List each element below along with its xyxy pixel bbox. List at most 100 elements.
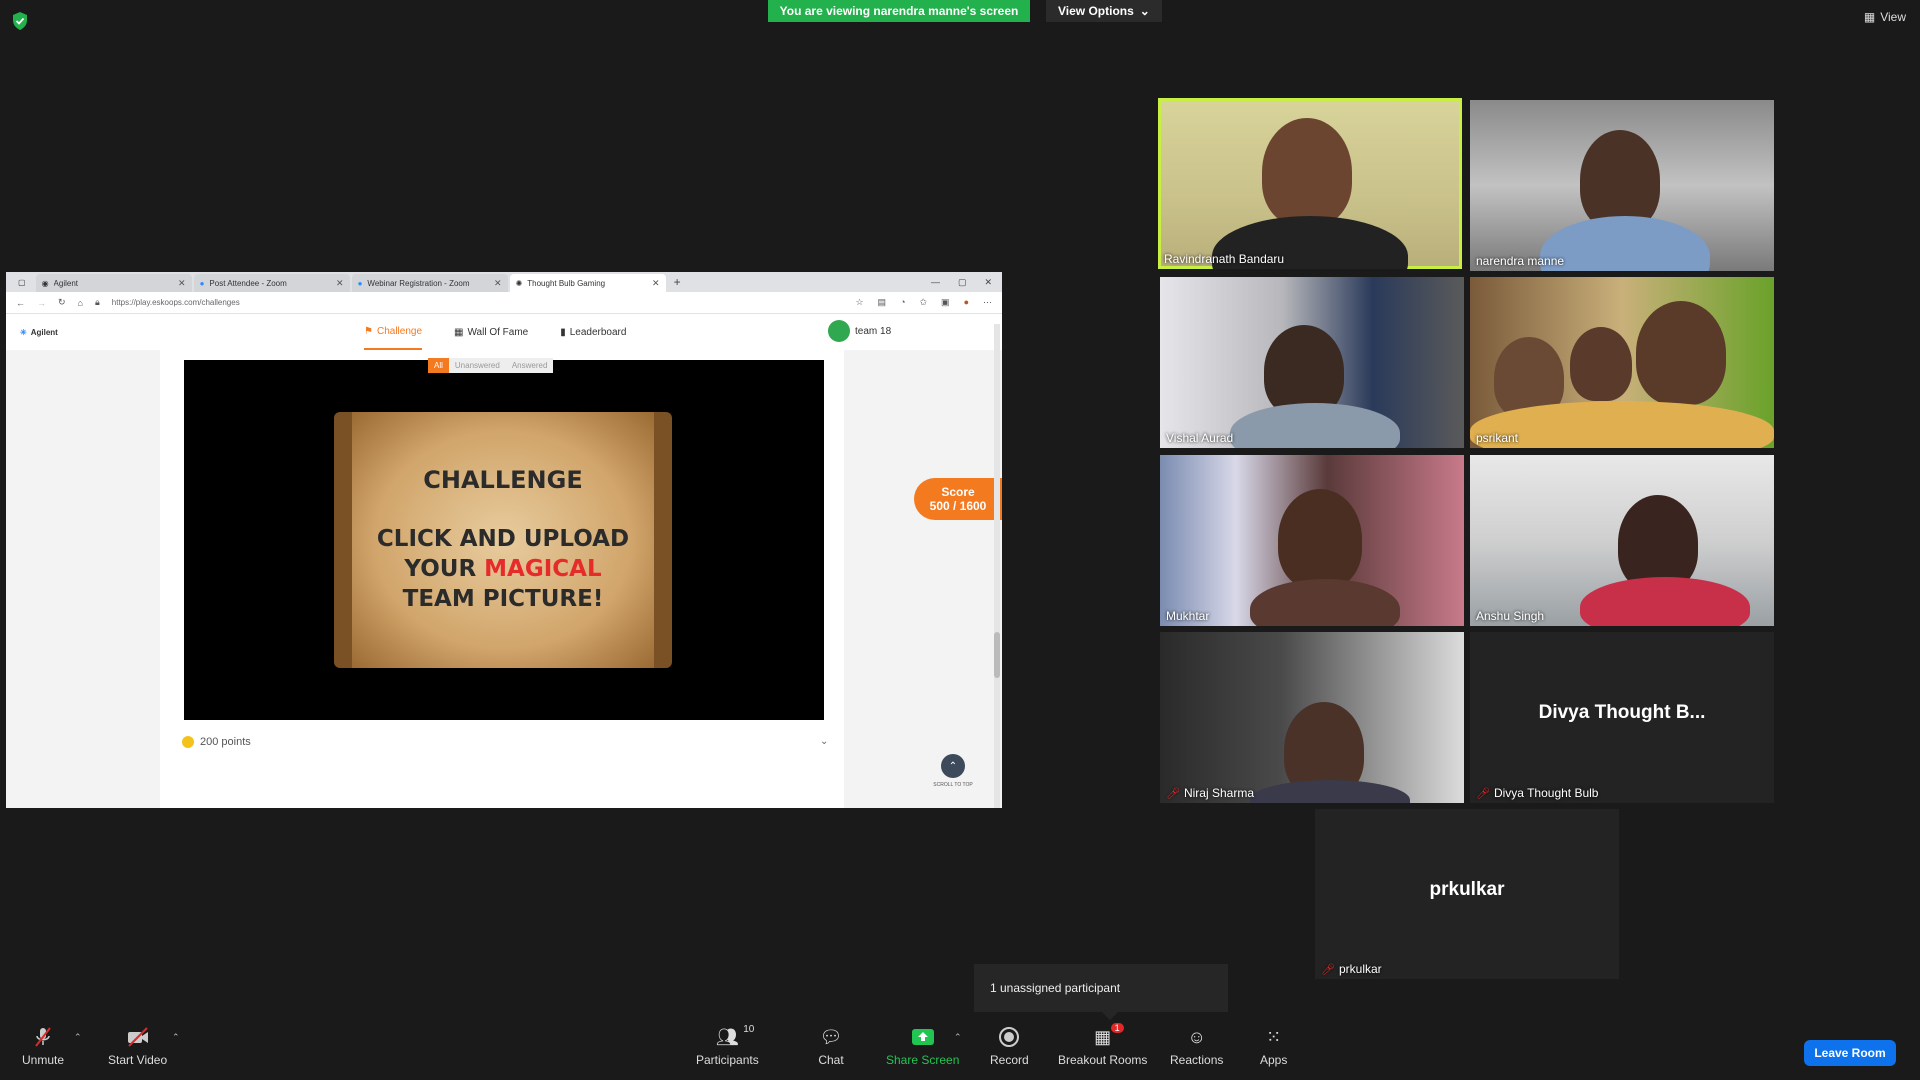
maximize-icon[interactable]: ▢ [958, 277, 967, 288]
challenge-line-3: TEAM PICTURE! [402, 586, 604, 612]
participant-video [1570, 327, 1632, 401]
breakout-rooms-button[interactable]: ▦ 1 Breakout Rooms [1058, 1023, 1148, 1067]
score-value: 500 / 1600 [929, 499, 987, 513]
start-video-label: Start Video [108, 1053, 168, 1067]
tab-label: Agilent [53, 278, 79, 288]
chevron-up-icon[interactable]: ⌃ [74, 1032, 82, 1043]
unassigned-tooltip: 1 unassigned participant [974, 964, 1228, 1020]
spark-icon: ✳ [20, 327, 27, 337]
reload-icon[interactable]: ↻ [58, 297, 66, 308]
share-screen-button[interactable]: Share Screen [886, 1026, 959, 1067]
close-icon[interactable]: ✕ [178, 278, 186, 289]
video-tile[interactable]: Ravindranath Bandaru [1158, 98, 1462, 269]
video-tile[interactable]: Vishal Aurad [1160, 277, 1464, 448]
video-tile[interactable]: Divya Thought B... 🎤︎ Divya Thought Bulb [1470, 632, 1774, 803]
browser-tab[interactable]: ● Post Attendee - Zoom ✕ [193, 274, 350, 292]
apps-label: Apps [1260, 1053, 1288, 1067]
participant-video [1250, 780, 1410, 803]
scrollbar[interactable] [994, 324, 1000, 808]
start-video-button[interactable]: Start Video [108, 1026, 167, 1067]
nav-challenge[interactable]: ⚑ Challenge [364, 314, 423, 350]
profile-icon[interactable]: ● [964, 297, 969, 308]
name-label: psrikant [1476, 431, 1519, 445]
nav-leaderboard[interactable]: ▮ Leaderboard [560, 314, 626, 350]
mic-off-icon: 🎤︎ [1166, 787, 1180, 800]
more-icon[interactable]: ⋯ [983, 297, 992, 308]
video-tile[interactable]: psrikant [1470, 277, 1774, 448]
browser-extensions: ☆ ▤ ◔ ✩ ▣ ● ⋯ [855, 297, 992, 308]
lock-icon: 🔒︎ [94, 297, 100, 307]
participant-name: Anshu Singh [1476, 609, 1544, 623]
challenge-image[interactable]: CHALLENGE CLICK AND UPLOAD YOUR MAGICAL … [184, 360, 824, 720]
points-value: 200 points [200, 736, 251, 748]
name-label: narendra manne [1476, 254, 1565, 268]
video-tile[interactable]: prkulkar 🎤︎ prkulkar [1315, 809, 1619, 979]
chevron-down-icon[interactable]: ⌄ [820, 736, 828, 747]
video-tile[interactable]: narendra manne [1470, 100, 1774, 271]
participants-button[interactable]: 👥︎ 10 Participants [696, 1024, 759, 1067]
tab-label: Post Attendee - Zoom [209, 278, 287, 288]
chat-button[interactable]: 💬︎ Chat [818, 1026, 844, 1068]
chevron-up-icon[interactable]: ⌃ [172, 1032, 180, 1043]
refresh-ext-icon[interactable]: ◔ [900, 297, 905, 308]
team-badge[interactable]: team 18 [828, 320, 891, 342]
challenge-title: CHALLENGE [423, 466, 583, 494]
star-icon[interactable]: ☆ [855, 297, 863, 308]
browser-tab[interactable]: ● Webinar Registration - Zoom ✕ [351, 274, 508, 292]
participant-name: 🎤︎ Niraj Sharma [1166, 786, 1254, 800]
new-tab-icon[interactable]: + [668, 275, 687, 289]
close-icon[interactable]: ✕ [494, 278, 502, 289]
view-options-button[interactable]: View Options ⌄ [1046, 0, 1162, 22]
filter-all[interactable]: All [428, 358, 449, 373]
forward-icon[interactable]: → [37, 298, 46, 308]
collections-icon[interactable]: ▣ [941, 297, 950, 308]
tab-actions-icon[interactable]: ▢ [10, 278, 34, 287]
apps-button[interactable]: ⁙ Apps [1260, 1026, 1288, 1068]
browser-tab-active[interactable]: ✺ Thought Bulb Gaming ✕ [509, 274, 666, 292]
minimize-icon[interactable]: — [931, 277, 940, 288]
window-controls: — ▢ ✕ [931, 277, 1002, 288]
url-field[interactable]: https://play.eskoops.com/challenges [112, 298, 844, 307]
reactions-button[interactable]: ☺ Reactions [1170, 1026, 1223, 1068]
filter-answered[interactable]: Answered [505, 358, 554, 373]
video-tile[interactable]: 🎤︎ Niraj Sharma [1160, 632, 1464, 803]
home-icon[interactable]: ⌂ [78, 298, 83, 308]
nav-wall-of-fame[interactable]: ▦ Wall Of Fame [454, 314, 528, 350]
viewing-banner: You are viewing narendra manne's screen [768, 0, 1030, 22]
unmute-button[interactable]: Unmute [22, 1026, 64, 1067]
extension-icon[interactable]: ▤ [878, 297, 887, 308]
browser-tab[interactable]: ◉ Agilent ✕ [35, 274, 192, 292]
grid-icon: ▦ [1863, 10, 1876, 24]
participant-video [1230, 403, 1400, 448]
record-button[interactable]: Record [990, 1026, 1029, 1067]
participant-video [1580, 577, 1750, 626]
scroll-to-top-label: SCROLL TO TOP [933, 782, 973, 788]
video-tile[interactable]: Anshu Singh [1470, 455, 1774, 626]
challenge-line-1: CLICK AND UPLOAD [376, 526, 630, 552]
filter-unanswered[interactable]: Unanswered [448, 358, 506, 373]
nav-label: Challenge [376, 325, 423, 337]
back-icon[interactable]: ← [16, 298, 25, 308]
leave-room-button[interactable]: Leave Room [1804, 1040, 1896, 1066]
breakout-label: Breakout Rooms [1058, 1053, 1148, 1067]
globe-icon: ◉ [41, 278, 49, 288]
tab-label: Thought Bulb Gaming [527, 278, 606, 288]
participant-name: 🎤︎ prkulkar [1321, 962, 1382, 976]
close-window-icon[interactable]: ✕ [984, 277, 992, 288]
chevron-up-icon[interactable]: ⌃ [954, 1032, 962, 1043]
close-icon[interactable]: ✕ [652, 278, 660, 289]
bar-chart-icon: ▮ [560, 326, 566, 338]
participant-name: 🎤︎ Divya Thought Bulb [1476, 786, 1598, 800]
name-label: Vishal Aurad [1166, 431, 1234, 445]
video-tile[interactable]: Mukhtar [1160, 455, 1464, 626]
breakout-badge: 1 [1110, 1023, 1124, 1033]
favorites-icon[interactable]: ✩ [920, 297, 928, 308]
name-label: Mukhtar [1166, 609, 1210, 623]
scrollbar-thumb[interactable] [994, 632, 1000, 678]
grid-icon: ▦ [454, 326, 464, 338]
view-button[interactable]: ▦ View [1864, 10, 1906, 24]
zoom-icon: ● [357, 278, 363, 288]
record-icon [996, 1026, 1022, 1048]
scroll-to-top-button[interactable]: ⌃ SCROLL TO TOP [926, 754, 980, 788]
close-icon[interactable]: ✕ [336, 278, 344, 289]
